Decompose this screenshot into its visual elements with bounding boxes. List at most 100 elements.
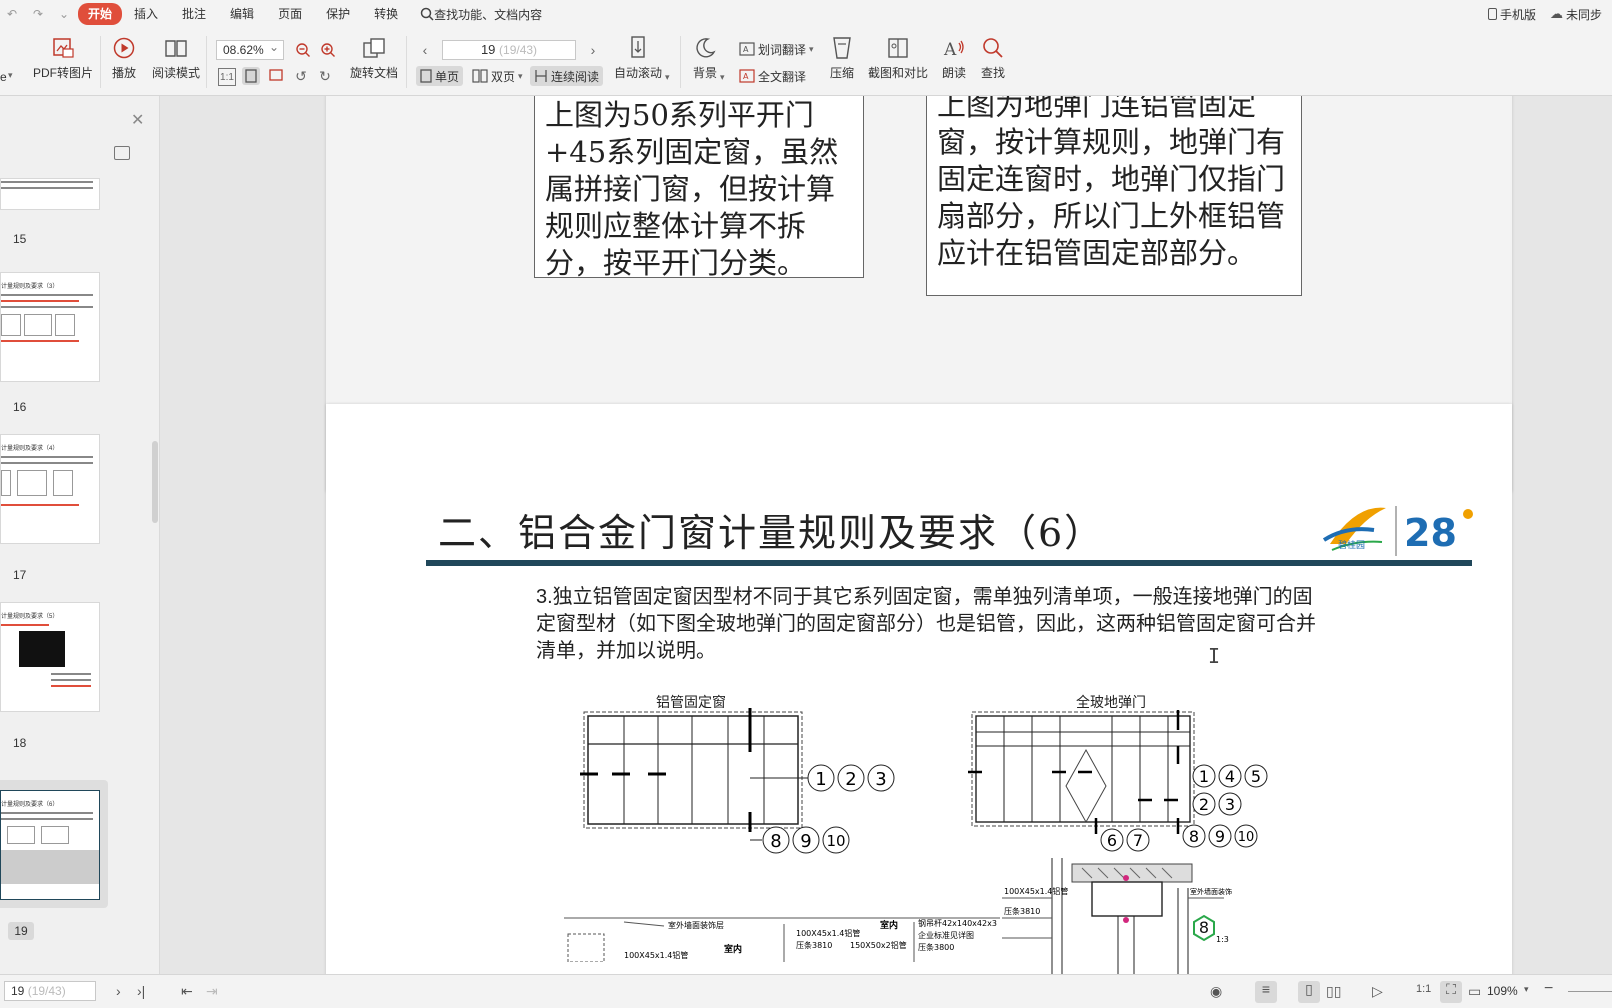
tab-convert[interactable]: 转换: [362, 3, 410, 25]
read-aloud-label: 朗读: [941, 66, 966, 80]
read-mode-label: 阅读模式: [152, 66, 201, 80]
previous-page-icon[interactable]: ‹: [416, 41, 434, 59]
double-page-view-icon[interactable]: ▯▯: [1326, 983, 1341, 1000]
zoom-out-icon[interactable]: [294, 41, 312, 59]
pdf-to-image-button[interactable]: PDF转图片: [33, 36, 93, 81]
status-page-input[interactable]: 19 (19/43): [4, 981, 96, 1001]
zoom-select[interactable]: 08.62%: [216, 38, 284, 60]
auto-scroll-dropdown-icon[interactable]: ▾: [665, 72, 670, 83]
find-button[interactable]: 查找: [980, 36, 1006, 81]
ribbon-cut-label[interactable]: e: [0, 70, 7, 84]
tab-page[interactable]: 页面: [266, 3, 314, 25]
screenshot-compare-label: 截图和对比: [868, 66, 929, 80]
detail-label: 压条3800: [918, 942, 954, 952]
thumbnail-line: [51, 685, 91, 687]
feature-search[interactable]: 查找功能、文档内容: [420, 6, 542, 23]
rotate-left-icon[interactable]: ↺: [292, 67, 310, 85]
mobile-version-button[interactable]: 手机版: [1487, 6, 1536, 23]
play-button[interactable]: 播放: [111, 36, 137, 81]
fit-page-icon[interactable]: [242, 67, 260, 85]
svg-text:A: A: [943, 40, 957, 59]
thumbnail-line: [51, 679, 91, 681]
document-view[interactable]: 上图为50系列平开门+45系列固定窗，虽然属拼接门窗，但按计算规则应整体计算不拆…: [160, 96, 1612, 974]
actual-size-icon[interactable]: 1:1: [218, 68, 236, 86]
thumbnail-line: [1, 624, 49, 626]
page-number-value: 19: [480, 42, 496, 57]
fit-page-icon[interactable]: ⛶: [1440, 981, 1462, 1003]
page-19: 二、铝合金门窗计量规则及要求（6） 碧桂园 28 3.独立铝管固定窗因型材不同于…: [326, 404, 1512, 974]
thumbnail-page-15[interactable]: [0, 178, 100, 210]
zoom-dropdown-icon[interactable]: ▾: [1524, 984, 1529, 995]
continuous-read-button[interactable]: 连续阅读: [530, 66, 604, 86]
read-mode-button[interactable]: 阅读模式: [152, 36, 200, 81]
screenshot-compare-button[interactable]: 截图和对比: [868, 36, 928, 81]
thumbnail-page-18[interactable]: 计量规则及要求（5）: [0, 602, 100, 712]
svg-text:A: A: [743, 72, 749, 81]
full-translate-button[interactable]: A 全文翻译: [739, 66, 806, 86]
rotate-right-icon[interactable]: ↻: [316, 67, 334, 85]
next-page-icon[interactable]: ›: [584, 41, 602, 59]
quick-access-dropdown-icon[interactable]: ⌄: [56, 6, 72, 22]
thumbnail-page-17[interactable]: 计量规则及要求（4）: [0, 434, 100, 544]
tab-insert[interactable]: 插入: [122, 3, 170, 25]
sidebar-scrollbar[interactable]: [152, 441, 158, 523]
thumbnail-figures: [1, 314, 99, 336]
zoom-out-icon[interactable]: −: [1544, 980, 1553, 998]
thumbnail-page-19[interactable]: 计量规则及要求（6）: [0, 790, 100, 900]
read-aloud-button[interactable]: A 朗读: [941, 36, 967, 81]
section-detail-drawing: 100X45x1.4铝管 压条3810 室外墙面装饰层 8 1:3 42 35: [1002, 858, 1232, 974]
read-aloud-icon: A: [941, 36, 967, 60]
thumbnail-line: [1, 462, 93, 464]
last-page-icon[interactable]: ›|: [137, 983, 145, 999]
zoom-slider[interactable]: [1568, 991, 1612, 992]
cloud-icon: ☁: [1549, 6, 1563, 21]
detail-label: 压条3810: [796, 940, 832, 950]
detail-label: 企业标准见详图: [918, 930, 974, 940]
tab-annotate[interactable]: 批注: [170, 3, 218, 25]
redo-icon[interactable]: ↷: [30, 6, 46, 22]
zoom-level[interactable]: 109%: [1487, 984, 1518, 998]
eye-protect-icon[interactable]: ◉: [1210, 983, 1222, 1000]
moon-icon: [692, 36, 718, 60]
callout-circles-8-9-10: 8 9 10: [1182, 824, 1258, 848]
auto-scroll-icon: [625, 36, 651, 60]
next-page-icon[interactable]: ›: [116, 983, 121, 999]
undo-icon[interactable]: ↶: [4, 6, 20, 22]
background-dropdown-icon[interactable]: ▾: [720, 72, 725, 83]
thumbnail-line: [1, 340, 79, 342]
tab-start[interactable]: 开始: [78, 3, 123, 25]
continuous-view-icon[interactable]: ≡: [1255, 981, 1277, 1003]
close-sidebar-icon[interactable]: ✕: [131, 110, 144, 130]
svg-text:8: 8: [770, 831, 781, 852]
ribbon-separator: [206, 36, 207, 88]
forward-icon[interactable]: ⇥: [206, 983, 218, 1000]
sync-status-button[interactable]: ☁ 未同步: [1550, 6, 1602, 23]
detail-label: 室外墙面装饰层: [668, 920, 724, 930]
image-view-icon[interactable]: [114, 146, 130, 160]
ribbon-cut-dropdown-icon[interactable]: ▾: [8, 70, 13, 81]
play-icon: [111, 36, 137, 60]
fit-width-icon[interactable]: ▭: [1468, 983, 1481, 1000]
background-button[interactable]: 背景: [692, 36, 718, 81]
back-icon[interactable]: ⇤: [181, 983, 193, 1000]
continuous-read-icon: [535, 70, 547, 82]
compress-button[interactable]: 压缩: [829, 36, 855, 81]
rotate-document-button[interactable]: 旋转文档: [350, 36, 398, 81]
play-slideshow-icon[interactable]: ▷: [1372, 983, 1383, 1000]
actual-size-icon[interactable]: 1:1: [1416, 983, 1431, 995]
zoom-in-icon[interactable]: [319, 41, 337, 59]
auto-scroll-button[interactable]: 自动滚动: [614, 36, 662, 81]
detail-label: 150X50x2铝管: [850, 940, 907, 950]
picture-icon: [50, 36, 76, 60]
tab-protect[interactable]: 保护: [314, 3, 362, 25]
tab-edit[interactable]: 编辑: [218, 3, 266, 25]
thumbnail-page-16[interactable]: 计量规则及要求（3）: [0, 272, 100, 382]
fit-width-icon[interactable]: [267, 67, 285, 85]
single-page-view-icon[interactable]: ▯: [1298, 981, 1320, 1003]
status-bar: 19 (19/43) › ›| ⇤ ⇥ ◉ ≡ ▯ ▯▯ ▷ 1:1 ⛶ ▭ 1…: [0, 974, 1612, 1008]
word-translate-button[interactable]: A 划词翻译 ▾: [739, 39, 814, 59]
page-number-input[interactable]: 19 (19/43): [442, 40, 576, 60]
thumbnail-title: 计量规则及要求（6）: [1, 802, 59, 808]
double-page-button[interactable]: 双页 ▾: [472, 66, 523, 86]
single-page-button[interactable]: 单页: [416, 66, 464, 86]
